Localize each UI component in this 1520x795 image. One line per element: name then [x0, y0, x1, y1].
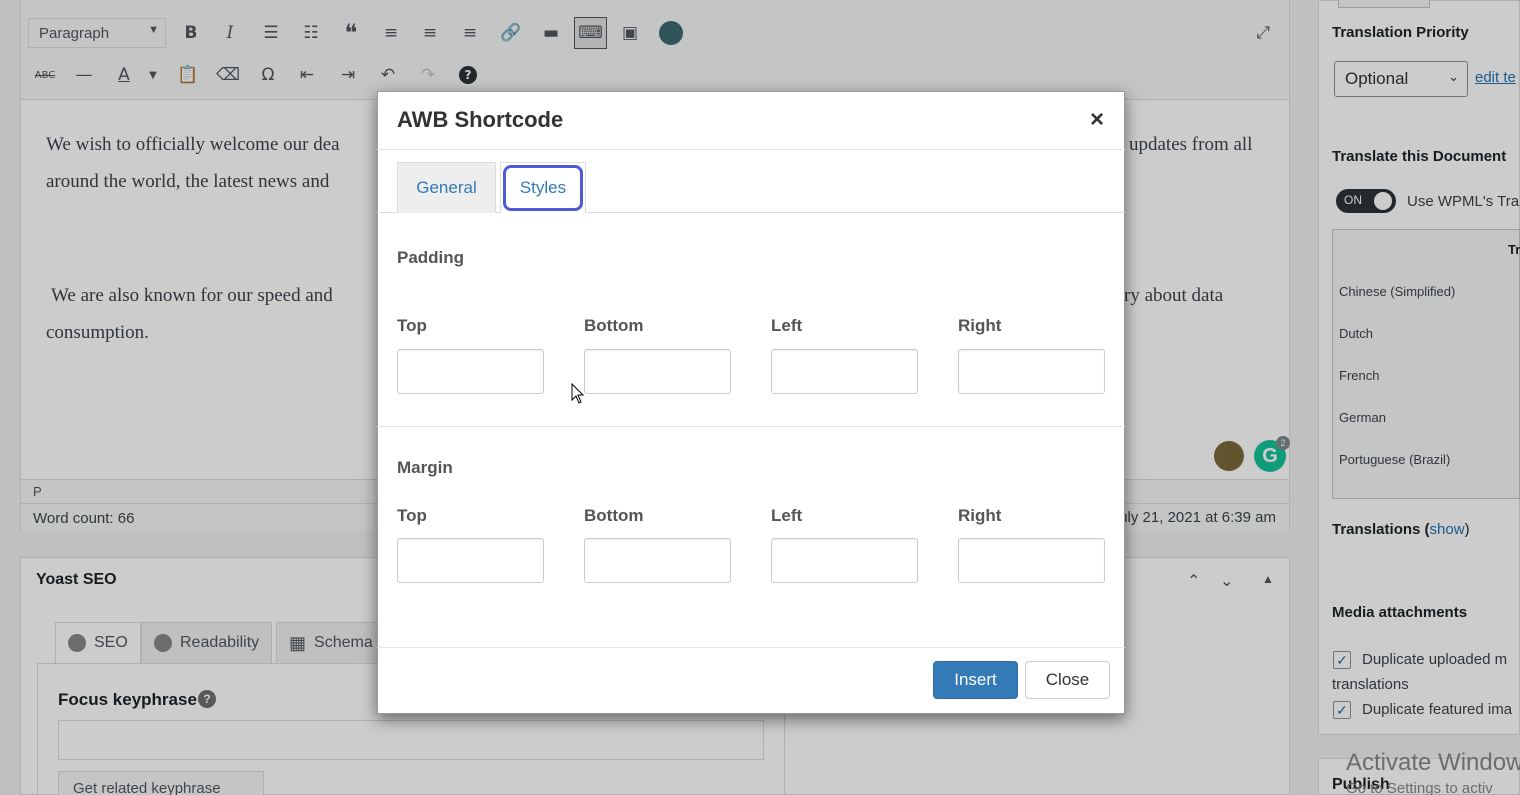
padding-left-input[interactable]: [771, 349, 918, 394]
padding-right-input[interactable]: [958, 349, 1105, 394]
margin-left-input[interactable]: [771, 538, 918, 583]
margin-top-label: Top: [397, 506, 427, 525]
padding-top-input[interactable]: [397, 349, 544, 394]
tab-general[interactable]: General: [397, 162, 496, 213]
margin-bottom-input[interactable]: [584, 538, 731, 583]
margin-label: Margin: [397, 458, 453, 477]
close-icon[interactable]: ×: [1090, 106, 1104, 134]
section-divider: [377, 426, 1125, 427]
padding-left-label: Left: [771, 316, 803, 335]
mouse-cursor-icon: [571, 383, 585, 404]
padding-bottom-input[interactable]: [584, 349, 731, 394]
footer-divider: [377, 647, 1125, 648]
modal-title: AWB Shortcode: [397, 107, 564, 132]
margin-bottom-label: Bottom: [584, 506, 644, 525]
padding-label: Padding: [397, 248, 465, 267]
margin-left-label: Left: [771, 506, 803, 525]
insert-button[interactable]: Insert: [933, 661, 1018, 699]
padding-bottom-label: Bottom: [584, 316, 644, 335]
margin-right-label: Right: [958, 506, 1002, 525]
margin-right-input[interactable]: [958, 538, 1105, 583]
margin-top-input[interactable]: [397, 538, 544, 583]
header-divider: [377, 149, 1125, 150]
close-button[interactable]: Close: [1025, 661, 1110, 699]
tab-styles[interactable]: Styles: [500, 162, 586, 213]
padding-top-label: Top: [397, 316, 427, 335]
padding-right-label: Right: [958, 316, 1002, 335]
focus-ring: [503, 165, 583, 211]
